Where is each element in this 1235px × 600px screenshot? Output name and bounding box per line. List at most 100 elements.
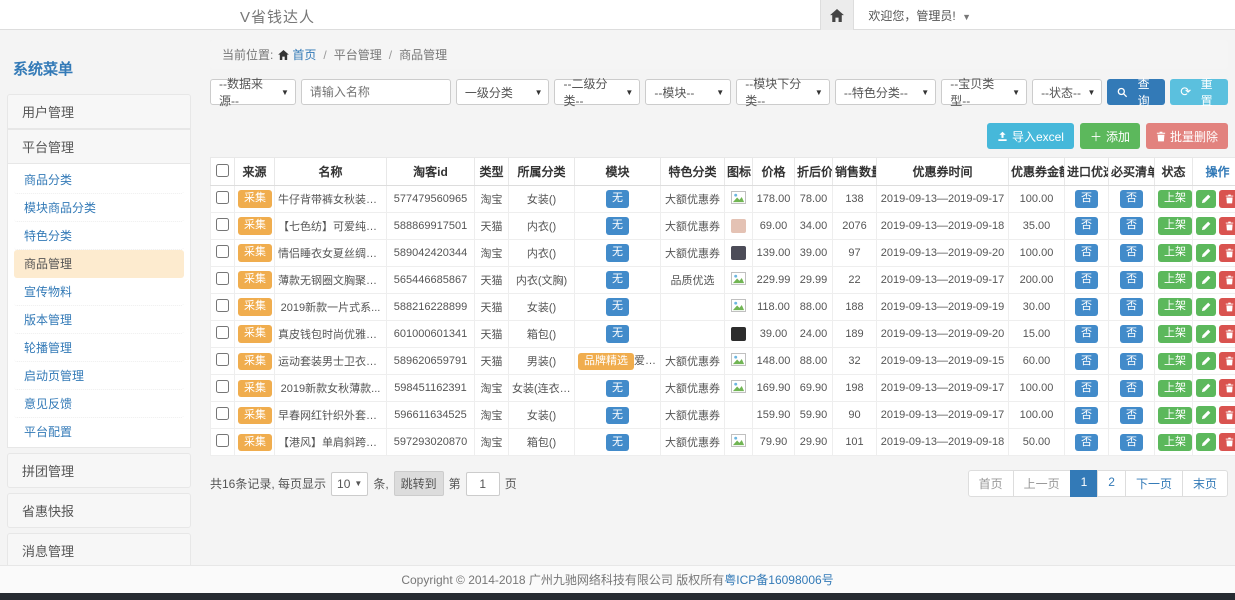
must-buy-toggle[interactable]: 否 xyxy=(1120,434,1143,451)
import-preferred-toggle[interactable]: 否 xyxy=(1075,353,1098,370)
must-buy-toggle[interactable]: 否 xyxy=(1120,190,1143,207)
status-badge[interactable]: 上架 xyxy=(1158,217,1192,234)
row-checkbox[interactable] xyxy=(216,218,229,231)
must-buy-toggle[interactable]: 否 xyxy=(1120,298,1143,315)
jump-page-input[interactable] xyxy=(466,472,500,496)
row-checkbox[interactable] xyxy=(216,434,229,447)
jump-button[interactable]: 跳转到 xyxy=(394,471,444,496)
delete-button[interactable] xyxy=(1219,433,1235,451)
import-preferred-toggle[interactable]: 否 xyxy=(1075,217,1098,234)
batch-delete-button[interactable]: 批量删除 xyxy=(1146,123,1228,149)
page-button-2[interactable]: 2 xyxy=(1097,470,1126,497)
sidebar-group-3[interactable]: 拼团管理 xyxy=(7,453,191,488)
status-badge[interactable]: 上架 xyxy=(1158,325,1192,342)
import-preferred-toggle[interactable]: 否 xyxy=(1075,190,1098,207)
sidebar-item-平台配置[interactable]: 平台配置 xyxy=(14,418,184,445)
status-badge[interactable]: 上架 xyxy=(1158,380,1192,397)
sidebar-item-宣传物料[interactable]: 宣传物料 xyxy=(14,278,184,306)
filter-select-6[interactable]: --模块下分类--▼ xyxy=(736,79,830,105)
module-badge[interactable]: 无 xyxy=(606,298,629,315)
delete-button[interactable] xyxy=(1219,217,1235,235)
icp-link[interactable]: 粤ICP备16098006号 xyxy=(724,571,833,588)
query-button[interactable]: 查询 xyxy=(1107,79,1165,105)
row-checkbox[interactable] xyxy=(216,353,229,366)
sidebar-item-启动页管理[interactable]: 启动页管理 xyxy=(14,362,184,390)
sidebar-item-特色分类[interactable]: 特色分类 xyxy=(14,222,184,250)
filter-select-7[interactable]: --特色分类--▼ xyxy=(835,79,936,105)
module-badge[interactable]: 无 xyxy=(606,434,629,451)
row-checkbox[interactable] xyxy=(216,380,229,393)
page-button-1[interactable]: 1 xyxy=(1070,470,1099,497)
status-badge[interactable]: 上架 xyxy=(1158,244,1192,261)
status-badge[interactable]: 上架 xyxy=(1158,407,1192,424)
edit-button[interactable] xyxy=(1196,190,1216,208)
status-badge[interactable]: 上架 xyxy=(1158,434,1192,451)
row-checkbox[interactable] xyxy=(216,191,229,204)
filter-select-9[interactable]: --状态--▼ xyxy=(1032,79,1102,105)
module-badge[interactable]: 无 xyxy=(606,271,629,288)
module-badge[interactable]: 无 xyxy=(606,325,629,342)
delete-button[interactable] xyxy=(1219,190,1235,208)
select-all-checkbox[interactable] xyxy=(216,164,229,177)
filter-select-4[interactable]: --二级分类--▼ xyxy=(554,79,640,105)
module-badge[interactable]: 无 xyxy=(606,217,629,234)
import-preferred-toggle[interactable]: 否 xyxy=(1075,407,1098,424)
edit-button[interactable] xyxy=(1196,244,1216,262)
edit-button[interactable] xyxy=(1196,217,1216,235)
name-search-input[interactable] xyxy=(301,79,451,105)
module-badge[interactable]: 无 xyxy=(606,244,629,261)
filter-select-8[interactable]: --宝贝类型--▼ xyxy=(941,79,1027,105)
row-checkbox[interactable] xyxy=(216,245,229,258)
status-badge[interactable]: 上架 xyxy=(1158,190,1192,207)
sidebar-group-4[interactable]: 省惠快报 xyxy=(7,493,191,528)
delete-button[interactable] xyxy=(1219,352,1235,370)
must-buy-toggle[interactable]: 否 xyxy=(1120,325,1143,342)
sidebar-item-轮播管理[interactable]: 轮播管理 xyxy=(14,334,184,362)
user-menu[interactable]: 欢迎您，管理员! ▼ xyxy=(854,7,985,24)
sidebar-group-1[interactable]: 用户管理 xyxy=(7,94,191,129)
delete-button[interactable] xyxy=(1219,271,1235,289)
edit-button[interactable] xyxy=(1196,298,1216,316)
import-preferred-toggle[interactable]: 否 xyxy=(1075,434,1098,451)
module-badge[interactable]: 无 xyxy=(606,407,629,424)
filter-select-3[interactable]: 一级分类▼ xyxy=(456,79,550,105)
sidebar-group-2[interactable]: 平台管理 xyxy=(7,129,191,164)
row-checkbox[interactable] xyxy=(216,272,229,285)
must-buy-toggle[interactable]: 否 xyxy=(1120,353,1143,370)
filter-select-1[interactable]: --数据来源--▼ xyxy=(210,79,296,105)
home-button[interactable] xyxy=(820,0,854,30)
reset-button[interactable]: ⟳重置 xyxy=(1170,79,1228,105)
import-preferred-toggle[interactable]: 否 xyxy=(1075,298,1098,315)
edit-button[interactable] xyxy=(1196,352,1216,370)
delete-button[interactable] xyxy=(1219,298,1235,316)
sidebar-item-商品管理[interactable]: 商品管理 xyxy=(14,250,184,278)
import-preferred-toggle[interactable]: 否 xyxy=(1075,271,1098,288)
import-excel-button[interactable]: 导入excel xyxy=(987,123,1074,149)
per-page-select[interactable]: 10 ▼ xyxy=(331,472,368,496)
must-buy-toggle[interactable]: 否 xyxy=(1120,380,1143,397)
status-badge[interactable]: 上架 xyxy=(1158,298,1192,315)
must-buy-toggle[interactable]: 否 xyxy=(1120,244,1143,261)
sidebar-group-5[interactable]: 消息管理 xyxy=(7,533,191,568)
import-preferred-toggle[interactable]: 否 xyxy=(1075,380,1098,397)
must-buy-toggle[interactable]: 否 xyxy=(1120,407,1143,424)
delete-button[interactable] xyxy=(1219,379,1235,397)
breadcrumb-home-link[interactable]: 首页 xyxy=(278,46,316,63)
import-preferred-toggle[interactable]: 否 xyxy=(1075,325,1098,342)
module-badge[interactable]: 品牌精选 xyxy=(578,353,634,370)
must-buy-toggle[interactable]: 否 xyxy=(1120,217,1143,234)
import-preferred-toggle[interactable]: 否 xyxy=(1075,244,1098,261)
filter-select-5[interactable]: --模块--▼ xyxy=(645,79,731,105)
edit-button[interactable] xyxy=(1196,325,1216,343)
edit-button[interactable] xyxy=(1196,406,1216,424)
sidebar-item-模块商品分类[interactable]: 模块商品分类 xyxy=(14,194,184,222)
add-button[interactable]: ＋ 添加 xyxy=(1080,123,1140,149)
delete-button[interactable] xyxy=(1219,244,1235,262)
page-button-下一页[interactable]: 下一页 xyxy=(1125,470,1183,497)
sidebar-item-版本管理[interactable]: 版本管理 xyxy=(14,306,184,334)
status-badge[interactable]: 上架 xyxy=(1158,271,1192,288)
module-badge[interactable]: 无 xyxy=(606,190,629,207)
page-button-末页[interactable]: 末页 xyxy=(1182,470,1228,497)
row-checkbox[interactable] xyxy=(216,326,229,339)
module-badge[interactable]: 无 xyxy=(606,380,629,397)
